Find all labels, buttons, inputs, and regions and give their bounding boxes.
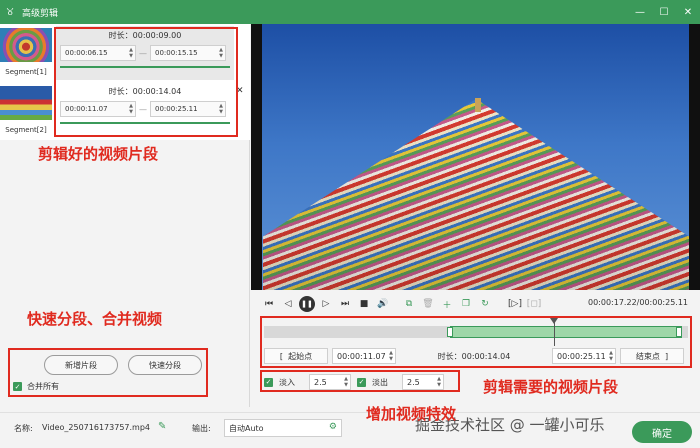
delete-icon[interactable]: 🗑: [420, 296, 436, 312]
output-label: 输出:: [192, 424, 211, 433]
pause-button-icon[interactable]: ❚❚: [299, 296, 315, 312]
timeline-selected-range[interactable]: [450, 326, 682, 338]
trim-end-spinbox[interactable]: 00:00:25.11 ▲ ▼: [552, 348, 616, 364]
filename-text: Video_250716173757.mp4: [42, 423, 150, 432]
trim-duration: 时长：00:00:14.04: [437, 351, 511, 361]
trim-start-spinbox[interactable]: 00:00:11.07 ▲ ▼: [332, 348, 396, 364]
title-bar: ୪ 高级剪辑 — ☐ ✕: [0, 0, 700, 24]
annotation-split-merge: 快速分段、合并视频: [27, 310, 163, 328]
set-start-button[interactable]: [ 起始点: [264, 348, 328, 364]
merge-all-label: 合并所有: [27, 382, 59, 391]
edit-name-icon[interactable]: ✎: [158, 421, 166, 432]
range-start-handle[interactable]: [447, 327, 453, 337]
trim-row: [ 起始点 00:00:11.07 ▲ ▼ 时长：00:00:14.04 00:00…: [264, 346, 688, 366]
video-frame-pole: [475, 98, 481, 112]
step-forward-icon[interactable]: ▷: [318, 296, 334, 312]
set-end-button[interactable]: 结束点 ]: [620, 348, 684, 364]
settings-gear-icon[interactable]: ⚙: [329, 422, 337, 432]
stop-icon[interactable]: ■: [356, 296, 372, 312]
segment-thumbnail-image: [0, 28, 52, 62]
ok-button[interactable]: 确定: [632, 421, 692, 443]
segment-caption: Segment[2]: [5, 126, 47, 134]
fade-in-checkbox[interactable]: ✓: [264, 377, 273, 387]
player-controls: ⏮ ◁ ❚❚ ▷ ⏭ ■ 🔊 ⧉ 🗑 ＋ ❐ ↻ [▷] [◻] 00:00:1…: [251, 290, 700, 318]
annotation-clip: 剪辑需要的视频片段: [483, 378, 619, 396]
segment-thumbnail-2[interactable]: Segment[2]: [0, 86, 52, 140]
window-controls: — ☐ ✕: [628, 0, 700, 24]
segment-thumbnail-image: [0, 86, 52, 120]
annotation-box-segments: [54, 27, 238, 137]
volume-icon[interactable]: 🔊: [375, 296, 391, 312]
annotation-effects: 增加视频特效: [366, 405, 457, 423]
segment-thumbnail-1[interactable]: Segment[1]: [0, 28, 52, 82]
skip-start-icon[interactable]: ⏮: [261, 296, 277, 312]
playback-time: 00:00:17.22/00:00:25.11: [588, 298, 688, 307]
copy-icon[interactable]: ❐: [458, 296, 474, 312]
skip-end-icon[interactable]: ⏭: [337, 296, 353, 312]
left-panel: Segment[1] Segment[2] 时长：00:00:09.00 00:…: [0, 24, 250, 407]
effects-row: ✓ 淡入 2.5 ▲ ▼ ✓ 淡出 2.5 ▲ ▼: [262, 372, 444, 392]
merge-all-checkbox[interactable]: ✓ 合并所有: [13, 381, 59, 392]
fade-in-spinbox[interactable]: 2.5 ▲ ▼: [309, 374, 351, 390]
step-back-icon[interactable]: ◁: [280, 296, 296, 312]
checkbox-checked-icon: ✓: [13, 382, 22, 391]
video-preview[interactable]: [251, 24, 700, 290]
output-path-field[interactable]: 自动Auto ⚙: [224, 419, 342, 437]
reset-icon[interactable]: ↻: [477, 296, 493, 312]
playhead-line: [554, 320, 555, 346]
range-end-handle[interactable]: [676, 327, 682, 337]
annotation-segments: 剪辑好的视频片段: [38, 145, 159, 163]
add-icon[interactable]: ＋: [439, 296, 455, 312]
fade-out-label: 淡出: [372, 377, 388, 387]
add-segment-button[interactable]: 新增片段: [44, 355, 118, 375]
close-window-button[interactable]: ✕: [676, 0, 700, 24]
name-label: 名称:: [14, 424, 33, 433]
window-title: 高级剪辑: [22, 8, 59, 19]
fade-out-checkbox[interactable]: ✓: [357, 377, 366, 387]
maximize-button[interactable]: ☐: [652, 0, 676, 24]
quick-split-button[interactable]: 快速分段: [128, 355, 202, 375]
mark-in-icon[interactable]: [▷]: [507, 296, 523, 312]
mark-out-icon[interactable]: [◻]: [526, 296, 542, 312]
segment-caption: Segment[1]: [5, 68, 47, 76]
fade-in-label: 淡入: [279, 377, 295, 387]
fade-out-spinbox[interactable]: 2.5 ▲ ▼: [402, 374, 444, 390]
minimize-button[interactable]: —: [628, 0, 652, 24]
split-icon[interactable]: ⧉: [401, 296, 417, 312]
app-logo-icon: ୪: [6, 5, 14, 18]
